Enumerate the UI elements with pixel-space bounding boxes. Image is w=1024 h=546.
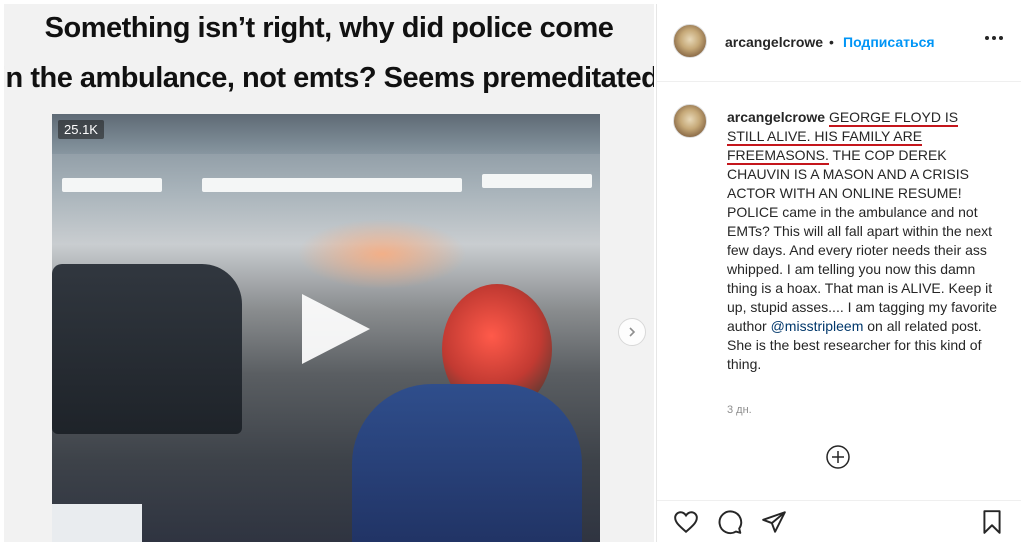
video-frame-object (52, 504, 142, 542)
comment-avatar[interactable] (673, 104, 707, 138)
bookmark-icon[interactable] (979, 509, 1005, 535)
post-timestamp[interactable]: 3 дн. (727, 404, 752, 416)
video-frame-roof (52, 114, 600, 154)
video-frame-light (202, 178, 462, 192)
follow-button[interactable]: Подписаться (843, 34, 935, 50)
video-frame-person (352, 384, 582, 542)
caption-username[interactable]: arcangelcrowe (727, 109, 825, 125)
play-icon[interactable] (302, 294, 370, 364)
caption-text: THE COP DEREK CHAUVIN IS A MASON AND A C… (727, 147, 998, 334)
comment-icon[interactable] (717, 509, 743, 535)
post-panel: arcangelcrowe • Подписаться arcangelcrow… (656, 4, 1021, 542)
media-caption-line-2: in the ambulance, not emts? Seems premed… (4, 62, 654, 94)
post-actions (657, 500, 1021, 542)
heart-icon[interactable] (673, 509, 699, 535)
caption-mention-link[interactable]: @misstripleem (771, 318, 864, 334)
view-count-badge: 25.1K (58, 120, 104, 139)
post-media: Something isn’t right, why did police co… (4, 4, 654, 542)
post-caption: arcangelcrowe GEORGE FLOYD IS STILL ALIV… (727, 108, 999, 374)
video-frame-light (62, 178, 162, 192)
video-frame-light (482, 174, 592, 188)
send-icon[interactable] (761, 509, 787, 535)
header-username[interactable]: arcangelcrowe (725, 34, 823, 50)
header-separator: • (829, 34, 834, 50)
chevron-right-icon (629, 327, 636, 337)
video-frame-car (52, 264, 242, 434)
more-horizontal-icon[interactable] (985, 36, 1005, 42)
avatar[interactable] (673, 24, 707, 58)
next-media-button[interactable] (618, 318, 646, 346)
media-caption-line-1: Something isn’t right, why did police co… (44, 12, 614, 44)
plus-circle-icon[interactable] (825, 444, 851, 470)
post-header: arcangelcrowe • Подписаться (657, 4, 1021, 82)
